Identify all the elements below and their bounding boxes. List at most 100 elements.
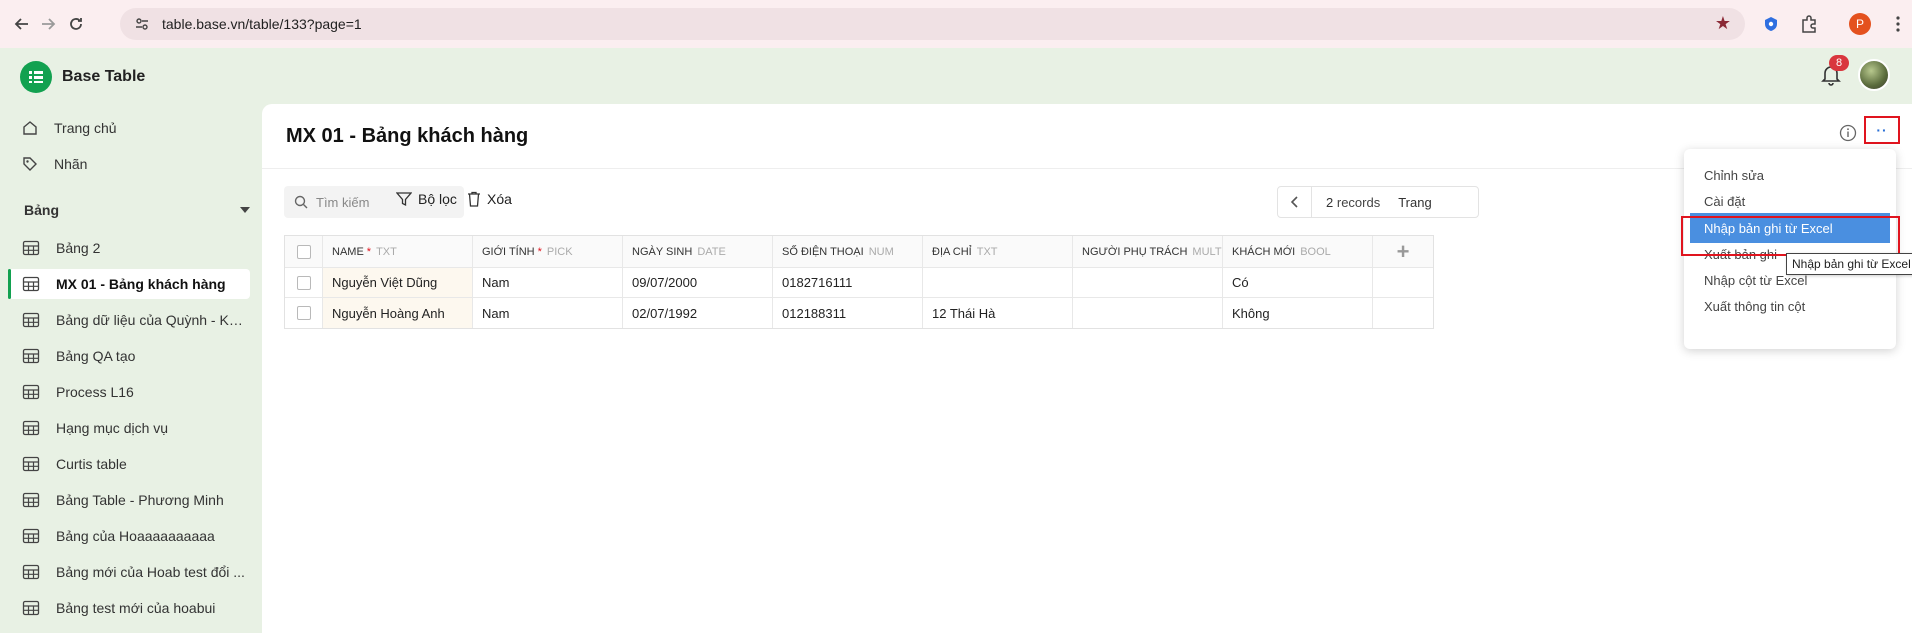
sidebar-table-item[interactable]: Bảng Table - Phương Minh <box>8 485 250 515</box>
address-bar[interactable]: table.base.vn/table/133?page=1 ★ <box>120 8 1745 40</box>
records-grid: NAME * TXT GIỚI TÍNH * PICK NGÀY SINH DATE SỐ ĐI… <box>284 235 1434 329</box>
sidebar-table-item[interactable]: Bảng 2 <box>8 233 250 263</box>
row-checkbox[interactable] <box>296 306 311 320</box>
user-avatar[interactable] <box>1858 59 1890 91</box>
column-name: GIỚI TÍNH <box>482 245 535 258</box>
tag-icon <box>20 154 40 174</box>
prev-page-button[interactable] <box>1278 187 1312 217</box>
trash-icon <box>468 191 480 207</box>
sidebar-table-item[interactable]: Bảng mới của Hoab test đổi ... <box>8 557 250 587</box>
column-header[interactable]: KHÁCH MỚI BOOL <box>1223 236 1373 267</box>
row-checkbox-cell <box>285 268 323 297</box>
table-cell[interactable]: Nguyễn Hoàng Anh <box>323 298 473 328</box>
column-name: KHÁCH MỚI <box>1232 245 1296 258</box>
sidebar-table-label: Hạng mục dịch vụ <box>56 420 169 436</box>
table-cell[interactable]: Có <box>1223 268 1373 297</box>
column-name: SỐ ĐIỆN THOẠI <box>782 245 864 258</box>
forward-button[interactable] <box>33 9 63 39</box>
table-cell[interactable] <box>1073 268 1223 297</box>
column-type: TXT <box>376 245 397 258</box>
sidebar-table-item[interactable]: Bảng dữ liệu của Quỳnh - KH... <box>8 305 250 335</box>
column-name: NGƯỜI PHỤ TRÁCH <box>1082 245 1188 258</box>
browser-menu-icon[interactable] <box>1886 12 1910 36</box>
table-row[interactable]: Nguyễn Hoàng Anh Nam 02/07/1992 012188311 12… <box>285 298 1433 328</box>
table-cell[interactable]: 02/07/1992 <box>623 298 773 328</box>
sidebar-table-item[interactable]: Bảng QA tạo <box>8 341 250 371</box>
table-cell[interactable]: 12 Thái Hà <box>923 298 1073 328</box>
menu-item[interactable]: Xuất thông tin cột <box>1684 291 1896 321</box>
grid-header-row: NAME * TXT GIỚI TÍNH * PICK NGÀY SINH DATE SỐ ĐI… <box>285 236 1433 268</box>
sidebar-link-home[interactable]: Trang chủ <box>20 114 117 142</box>
delete-label: Xóa <box>487 191 512 207</box>
sidebar-table-item[interactable]: MX 01 - Bảng khách hàng <box>8 269 250 299</box>
column-type: PICK <box>546 245 573 258</box>
table-cell[interactable]: 0182716111 <box>773 268 923 297</box>
table-cell[interactable]: 09/07/2000 <box>623 268 773 297</box>
page-label: Trang <box>1398 194 1432 210</box>
table-cell[interactable]: Nam <box>473 268 623 297</box>
page-title: MX 01 - Bảng khách hàng <box>286 125 529 147</box>
row-checkbox[interactable] <box>296 275 311 290</box>
table-icon <box>22 419 40 437</box>
row-checkbox-cell <box>285 298 323 328</box>
table-cell[interactable]: 012188311 <box>773 298 923 328</box>
table-cell[interactable] <box>1073 298 1223 328</box>
table-icon <box>22 275 40 293</box>
table-cell[interactable]: Nam <box>473 298 623 328</box>
column-type: BOOL <box>1300 245 1331 258</box>
sidebar-table-item[interactable]: Bảng test mới của hoabui <box>8 593 250 623</box>
empty-cell <box>1373 268 1433 297</box>
column-header[interactable]: NGÀY SINH DATE <box>623 236 773 267</box>
table-icon <box>22 527 40 545</box>
annotation-highlight-frame <box>1681 216 1900 256</box>
sidebar-link-labels[interactable]: Nhãn <box>20 150 87 178</box>
add-column-plus-icon[interactable]: + <box>1397 239 1410 265</box>
url-text[interactable]: table.base.vn/table/133?page=1 <box>162 16 362 32</box>
sidebar-table-item[interactable]: Curtis table <box>8 449 250 479</box>
record-count: 2 records <box>1326 195 1380 210</box>
extensions-puzzle-icon[interactable] <box>1797 12 1821 36</box>
table-icon <box>22 599 40 617</box>
reload-button[interactable] <box>61 9 91 39</box>
column-header[interactable]: SỐ ĐIỆN THOẠI NUM <box>773 236 923 267</box>
profile-initial: P <box>1849 13 1871 35</box>
column-name: ĐỊA CHỈ <box>932 245 972 258</box>
column-header[interactable]: GIỚI TÍNH * PICK <box>473 236 623 267</box>
column-header[interactable]: ĐỊA CHỈ TXT <box>923 236 1073 267</box>
site-settings-icon[interactable] <box>134 16 150 32</box>
select-all-checkbox[interactable] <box>296 244 311 259</box>
brand[interactable]: Base Table <box>20 61 145 93</box>
more-options-button[interactable]: ·· <box>1864 116 1900 144</box>
arrow-right-icon <box>42 18 56 30</box>
filter-icon <box>396 192 412 207</box>
notification-count-badge: 8 <box>1829 55 1849 71</box>
reload-icon <box>70 18 82 30</box>
column-header[interactable]: NAME * TXT <box>323 236 473 267</box>
filter-label: Bộ lọc <box>418 191 457 207</box>
chevron-left-icon <box>1290 196 1298 208</box>
column-header[interactable]: NGƯỜI PHỤ TRÁCH MULT <box>1073 236 1223 267</box>
table-cell[interactable] <box>923 268 1073 297</box>
sidebar-table-label: Bảng dữ liệu của Quỳnh - KH... <box>56 312 246 328</box>
header-checkbox-cell <box>285 236 323 267</box>
info-icon[interactable] <box>1839 124 1859 144</box>
sidebar-table-item[interactable]: Hạng mục dịch vụ <box>8 413 250 443</box>
filter-button[interactable]: Bộ lọc <box>396 191 457 207</box>
tables-section-header[interactable]: Bảng <box>24 202 250 218</box>
caret-down-icon[interactable] <box>240 207 250 213</box>
browser-profile-button[interactable]: P <box>1848 12 1872 36</box>
column-type: MULT <box>1192 245 1222 258</box>
sidebar-table-item[interactable]: Bảng của Hoaaaaaaaaaa <box>8 521 250 551</box>
delete-button[interactable]: Xóa <box>467 191 512 207</box>
table-row[interactable]: Nguyễn Việt Dũng Nam 09/07/2000 0182716111 C… <box>285 268 1433 298</box>
table-icon <box>22 239 40 257</box>
sidebar-table-item[interactable]: Process L16 <box>8 377 250 407</box>
table-cell[interactable]: Không <box>1223 298 1373 328</box>
menu-item[interactable]: Cài đặt <box>1684 186 1896 216</box>
extension-shield-icon[interactable] <box>1759 12 1783 36</box>
table-icon <box>22 455 40 473</box>
bookmark-star-icon[interactable]: ★ <box>1715 13 1731 34</box>
sidebar-table-label: Bảng của Hoaaaaaaaaaa <box>56 528 215 544</box>
table-cell[interactable]: Nguyễn Việt Dũng <box>323 268 473 297</box>
more-options-label: ·· <box>1876 122 1888 138</box>
